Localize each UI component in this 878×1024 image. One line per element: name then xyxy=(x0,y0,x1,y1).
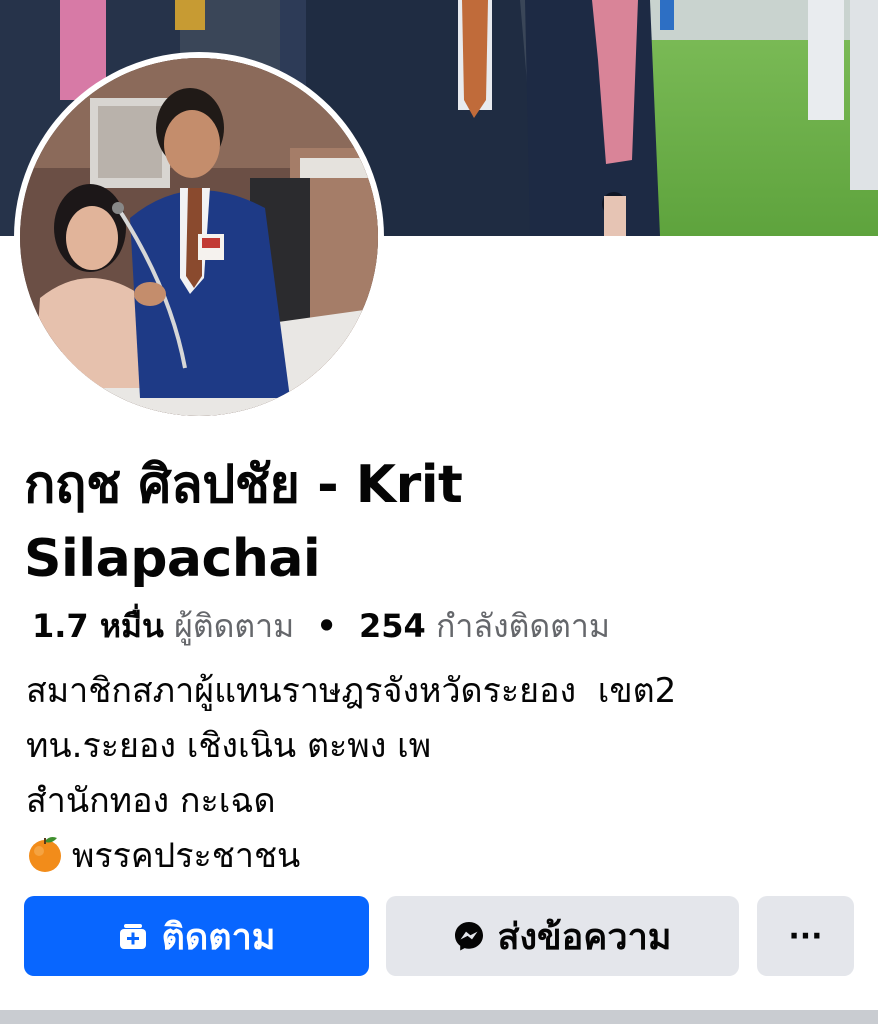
more-options-icon: ··· xyxy=(788,918,823,954)
message-button[interactable]: ส่งข้อความ xyxy=(386,896,739,976)
bio-line-4: พรรคประชาชน xyxy=(26,829,866,884)
message-button-label: ส่งข้อความ xyxy=(497,916,672,958)
follow-page-icon xyxy=(117,920,149,952)
stats-separator: • xyxy=(316,607,337,645)
following-label[interactable]: กำลังติดตาม xyxy=(436,607,610,645)
messenger-icon xyxy=(453,920,485,952)
following-count[interactable]: 254 xyxy=(359,607,426,645)
follow-button[interactable]: ติดตาม xyxy=(24,896,369,976)
page-bio: สมาชิกสภาผู้แทนราษฎรจังหวัดระยอง เขต2 ทน… xyxy=(26,664,866,884)
followers-label[interactable]: ผู้ติดตาม xyxy=(174,607,294,645)
follow-stats: 1.7 หมื่น ผู้ติดตาม • 254 กำลังติดตาม xyxy=(32,604,610,648)
bio-party-label: พรรคประชาชน xyxy=(72,836,301,876)
follow-button-label: ติดตาม xyxy=(161,916,276,958)
more-options-button[interactable]: ··· xyxy=(757,896,854,976)
followers-count[interactable]: 1.7 หมื่น xyxy=(32,607,164,645)
bio-line-1: สมาชิกสภาผู้แทนราษฎรจังหวัดระยอง เขต2 xyxy=(26,671,677,711)
bio-line-2: ทน.ระยอง เชิงเนิน ตะพง เพ xyxy=(26,726,432,766)
profile-picture[interactable] xyxy=(14,52,384,422)
orange-emoji-icon xyxy=(26,835,64,873)
bio-line-3: สำนักทอง กะเฉด xyxy=(26,781,276,821)
page-title: กฤช ศิลปชัย - Krit Silapachai xyxy=(24,455,463,589)
section-divider xyxy=(0,1010,878,1024)
